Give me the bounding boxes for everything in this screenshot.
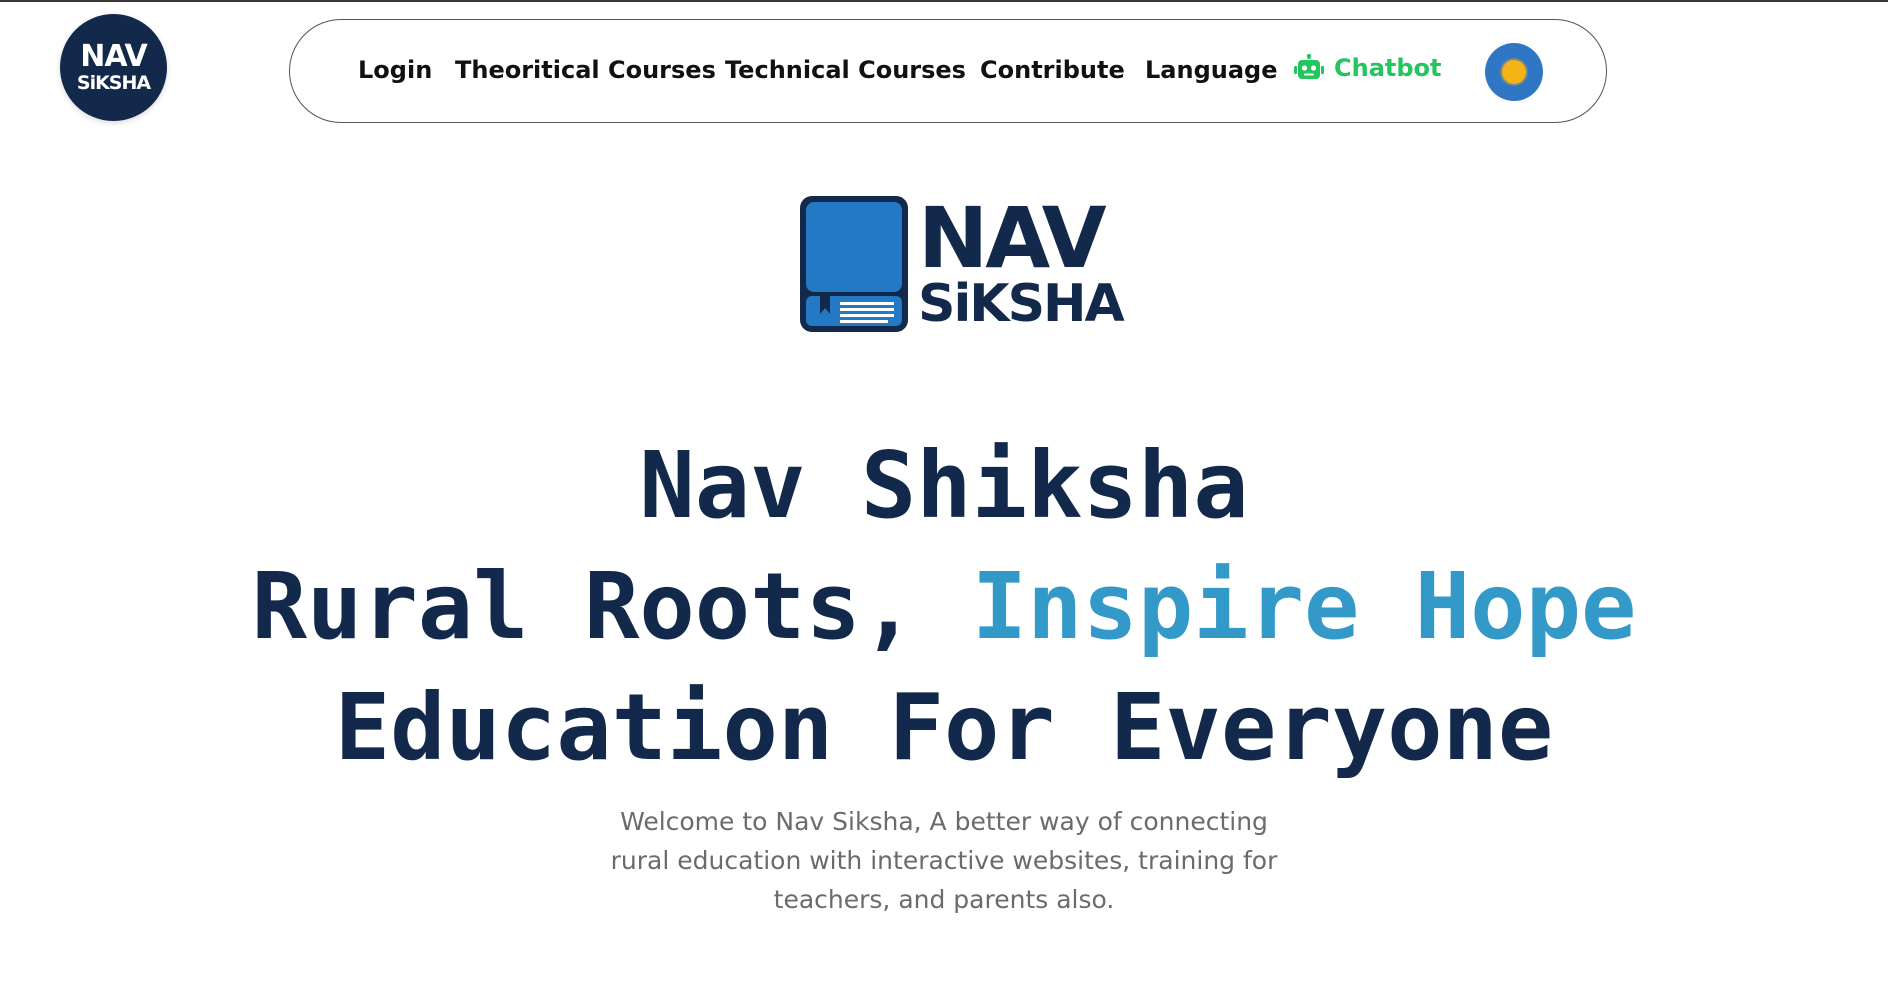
main-logo: NAV SiKSHA bbox=[800, 196, 1125, 336]
nav-login[interactable]: Login bbox=[358, 56, 432, 84]
main-logo-line1: NAV bbox=[918, 189, 1107, 287]
hero-heading: Nav Shiksha Rural Roots, Inspire Hope Ed… bbox=[0, 425, 1888, 788]
hero-line2: Rural Roots, Inspire Hope bbox=[0, 546, 1888, 667]
corner-logo-line1: NAV bbox=[80, 39, 148, 74]
top-border bbox=[0, 0, 1888, 2]
nav-contribute[interactable]: Contribute bbox=[980, 56, 1125, 84]
main-logo-line2: SiKSHA bbox=[918, 274, 1125, 334]
book-icon bbox=[800, 196, 908, 332]
hero-line2-text: Rural Roots, bbox=[251, 553, 972, 660]
hero-line1: Nav Shiksha bbox=[639, 432, 1249, 539]
nav-technical-courses[interactable]: Technical Courses bbox=[725, 56, 966, 84]
nav-theoretical-courses[interactable]: Theoritical Courses bbox=[455, 56, 716, 84]
theme-toggle-button[interactable] bbox=[1485, 43, 1543, 101]
hero-line2-accent: Inspire Hope bbox=[971, 553, 1637, 660]
hero-subtitle: Welcome to Nav Siksha, A better way of c… bbox=[610, 807, 1278, 914]
nav-chatbot[interactable]: Chatbot bbox=[1294, 54, 1442, 82]
chatbot-label: Chatbot bbox=[1334, 54, 1442, 82]
corner-logo[interactable]: NAV SiKSHA bbox=[60, 14, 167, 121]
sun-icon bbox=[1502, 60, 1526, 84]
main-navbar: Login Theoritical Courses Technical Cour… bbox=[289, 19, 1607, 123]
corner-logo-line2: SiKSHA bbox=[76, 72, 151, 94]
main-logo-text: NAV SiKSHA bbox=[918, 189, 1125, 334]
nav-language[interactable]: Language bbox=[1145, 56, 1278, 84]
robot-icon bbox=[1294, 54, 1324, 79]
hero-line3: Education For Everyone bbox=[334, 674, 1554, 781]
